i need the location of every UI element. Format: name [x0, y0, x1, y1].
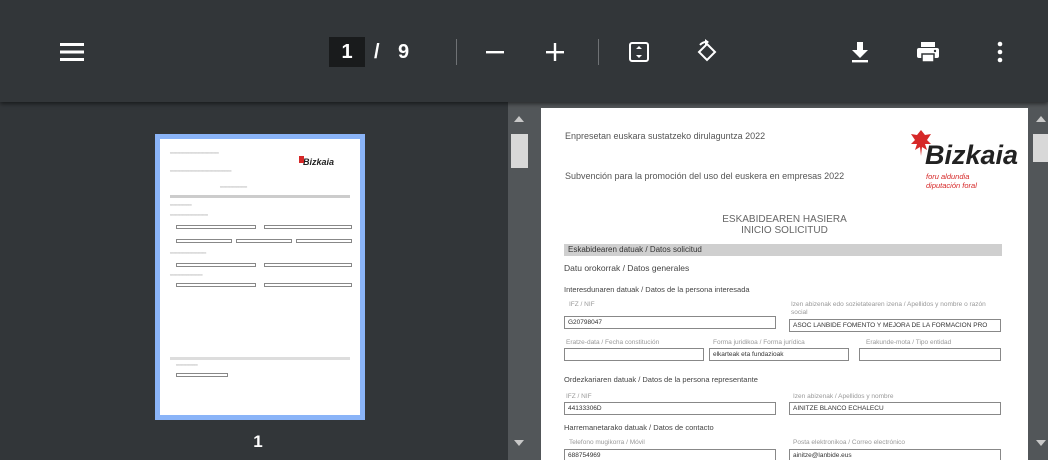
scroll-up-icon[interactable] — [514, 116, 524, 122]
thumbnail-field — [264, 283, 352, 287]
doc-heading-basque: ESKABIDEAREN HASIERA — [722, 214, 847, 225]
email-label: Posta elektronikoa / Correo electrónico — [793, 439, 906, 446]
thumbnail-bar — [170, 357, 350, 360]
thumbnail-page-number: 1 — [253, 432, 263, 451]
page-number-input[interactable]: 1 — [329, 37, 365, 67]
contact-title: Harremanetarako datuak / Datos de contac… — [564, 423, 714, 432]
page-separator: / — [374, 40, 380, 63]
doc-title-spanish: Subvención para la promoción del uso del… — [565, 171, 845, 181]
rotate-icon[interactable] — [691, 36, 723, 68]
entitate-label: Erakunde-mota / Tipo entidad — [866, 339, 952, 346]
logo-subtitle: foru aldundia diputación foral — [926, 172, 977, 190]
thumbnail-text-line: ━━━━━━━━━━━━━━━━━━━━ — [170, 251, 207, 255]
thumbnail-field — [176, 373, 228, 377]
zoom-out-icon[interactable] — [480, 38, 510, 66]
thumbnail-page: ━━━━━━━━━━━━━━━━━━━━━━━━━━━ ━━━━━━━━━━━━… — [160, 139, 360, 415]
thumbnail-field — [176, 239, 232, 243]
fecha-field — [564, 348, 704, 361]
logo-text: Bizkaia — [925, 140, 1019, 170]
ifz-field: G20798047 — [564, 316, 776, 329]
page-thumbnail[interactable]: ━━━━━━━━━━━━━━━━━━━━━━━━━━━ ━━━━━━━━━━━━… — [155, 134, 365, 420]
scroll-down-icon[interactable] — [514, 440, 524, 446]
zoom-in-icon[interactable] — [540, 38, 570, 66]
fit-page-icon[interactable] — [624, 38, 654, 66]
thumbnail-text-line: ━━━━━━━━━━━━━━━━━━━━━ — [170, 213, 208, 217]
scroll-down-icon[interactable] — [1036, 440, 1046, 446]
forma-label: Forma juridikoa / Forma jurídica — [713, 339, 805, 346]
thumbnail-field — [176, 225, 256, 229]
phone-label: Telefono mugikorra / Móvil — [569, 439, 645, 446]
thumbnail-text-line: ━━━━━━━━━━━━━━━━━━━━━━━━━━━ — [170, 151, 219, 155]
rep-ifz-label: IFZ / NIF — [566, 393, 592, 400]
general-data-label: Datu orokorrak / Datos generales — [564, 263, 690, 273]
rep-ifz-field: 44133306D — [564, 402, 776, 415]
forma-field: elkarteak eta fundazioak — [709, 348, 849, 361]
entitate-field — [859, 348, 1001, 361]
rep-name-label: Izen abizenak / Apellidos y nombre — [793, 393, 894, 400]
fecha-label: Eratze-data / Fecha constitución — [566, 339, 660, 346]
document-scrollbar[interactable] — [1030, 102, 1048, 460]
doc-title-basque: Enpresetan euskara sustatzeko dirulagunt… — [565, 131, 766, 141]
name-field: ASOC LANBIDE FOMENTO Y MEJORA DE LA FORM… — [789, 319, 1001, 332]
toolbar-divider — [598, 39, 599, 65]
interested-title: Interesdunaren datuak / Datos de la pers… — [564, 285, 750, 294]
logo-sub-spanish: diputación foral — [926, 181, 977, 190]
thumbnail-field — [296, 239, 352, 243]
print-icon[interactable] — [913, 38, 943, 66]
pdf-toolbar: 1 / 9 — [0, 0, 1048, 102]
document-page: Enpresetan euskara sustatzeko dirulagunt… — [541, 108, 1028, 460]
thumbnail-field — [176, 263, 256, 267]
thumbnail-logo: Bizkaia — [303, 157, 335, 167]
ifz-label: IFZ / NIF — [569, 301, 595, 308]
thumbnail-text-line: ━━━━━━━━━━━━ — [176, 363, 198, 367]
thumbnail-field — [236, 239, 292, 243]
representative-title: Ordezkariaren datuak / Datos de la perso… — [564, 375, 758, 384]
logo-sub-basque: foru aldundia — [926, 172, 970, 181]
sidebar-scrollbar[interactable] — [508, 102, 531, 460]
total-pages: 9 — [398, 40, 410, 63]
thumbnail-field — [176, 283, 256, 287]
thumbnail-text-line: ━━━━━━━━━━━━ — [170, 203, 192, 207]
thumbnail-text-line: ━━━━━━━━━━━━━━━ — [220, 185, 248, 189]
thumbnail-bar — [170, 195, 350, 198]
thumbnail-logo-mark — [299, 156, 304, 163]
more-icon[interactable] — [988, 38, 1012, 66]
scrollbar-thumb[interactable] — [1033, 134, 1048, 162]
rep-name-field: AINITZE BLANCO ECHALECU — [789, 402, 1001, 415]
scroll-up-icon[interactable] — [1036, 116, 1046, 122]
download-icon[interactable] — [845, 38, 875, 66]
thumbnail-text-line: ━━━━━━━━━━━━━━━━━━ — [170, 273, 203, 277]
name-label: Izen abizenak edo sozietatearen izena / … — [791, 301, 986, 316]
section-bar: Eskabidearen datuak / Datos solicitud — [564, 244, 1002, 256]
thumbnail-field — [264, 225, 352, 229]
scrollbar-thumb[interactable] — [511, 134, 528, 168]
thumbnail-field — [264, 263, 352, 267]
thumbnail-text-line: ━━━━━━━━━━━━━━━━━━━━━━━━━━━━━━━━━━ — [170, 169, 232, 173]
email-field: ainitze@lanbide.eus — [789, 449, 1001, 460]
toolbar-divider — [456, 39, 457, 65]
doc-heading-spanish: INICIO SOLICITUD — [741, 225, 828, 236]
menu-icon[interactable] — [56, 38, 88, 66]
phone-field: 688754969 — [564, 449, 776, 460]
